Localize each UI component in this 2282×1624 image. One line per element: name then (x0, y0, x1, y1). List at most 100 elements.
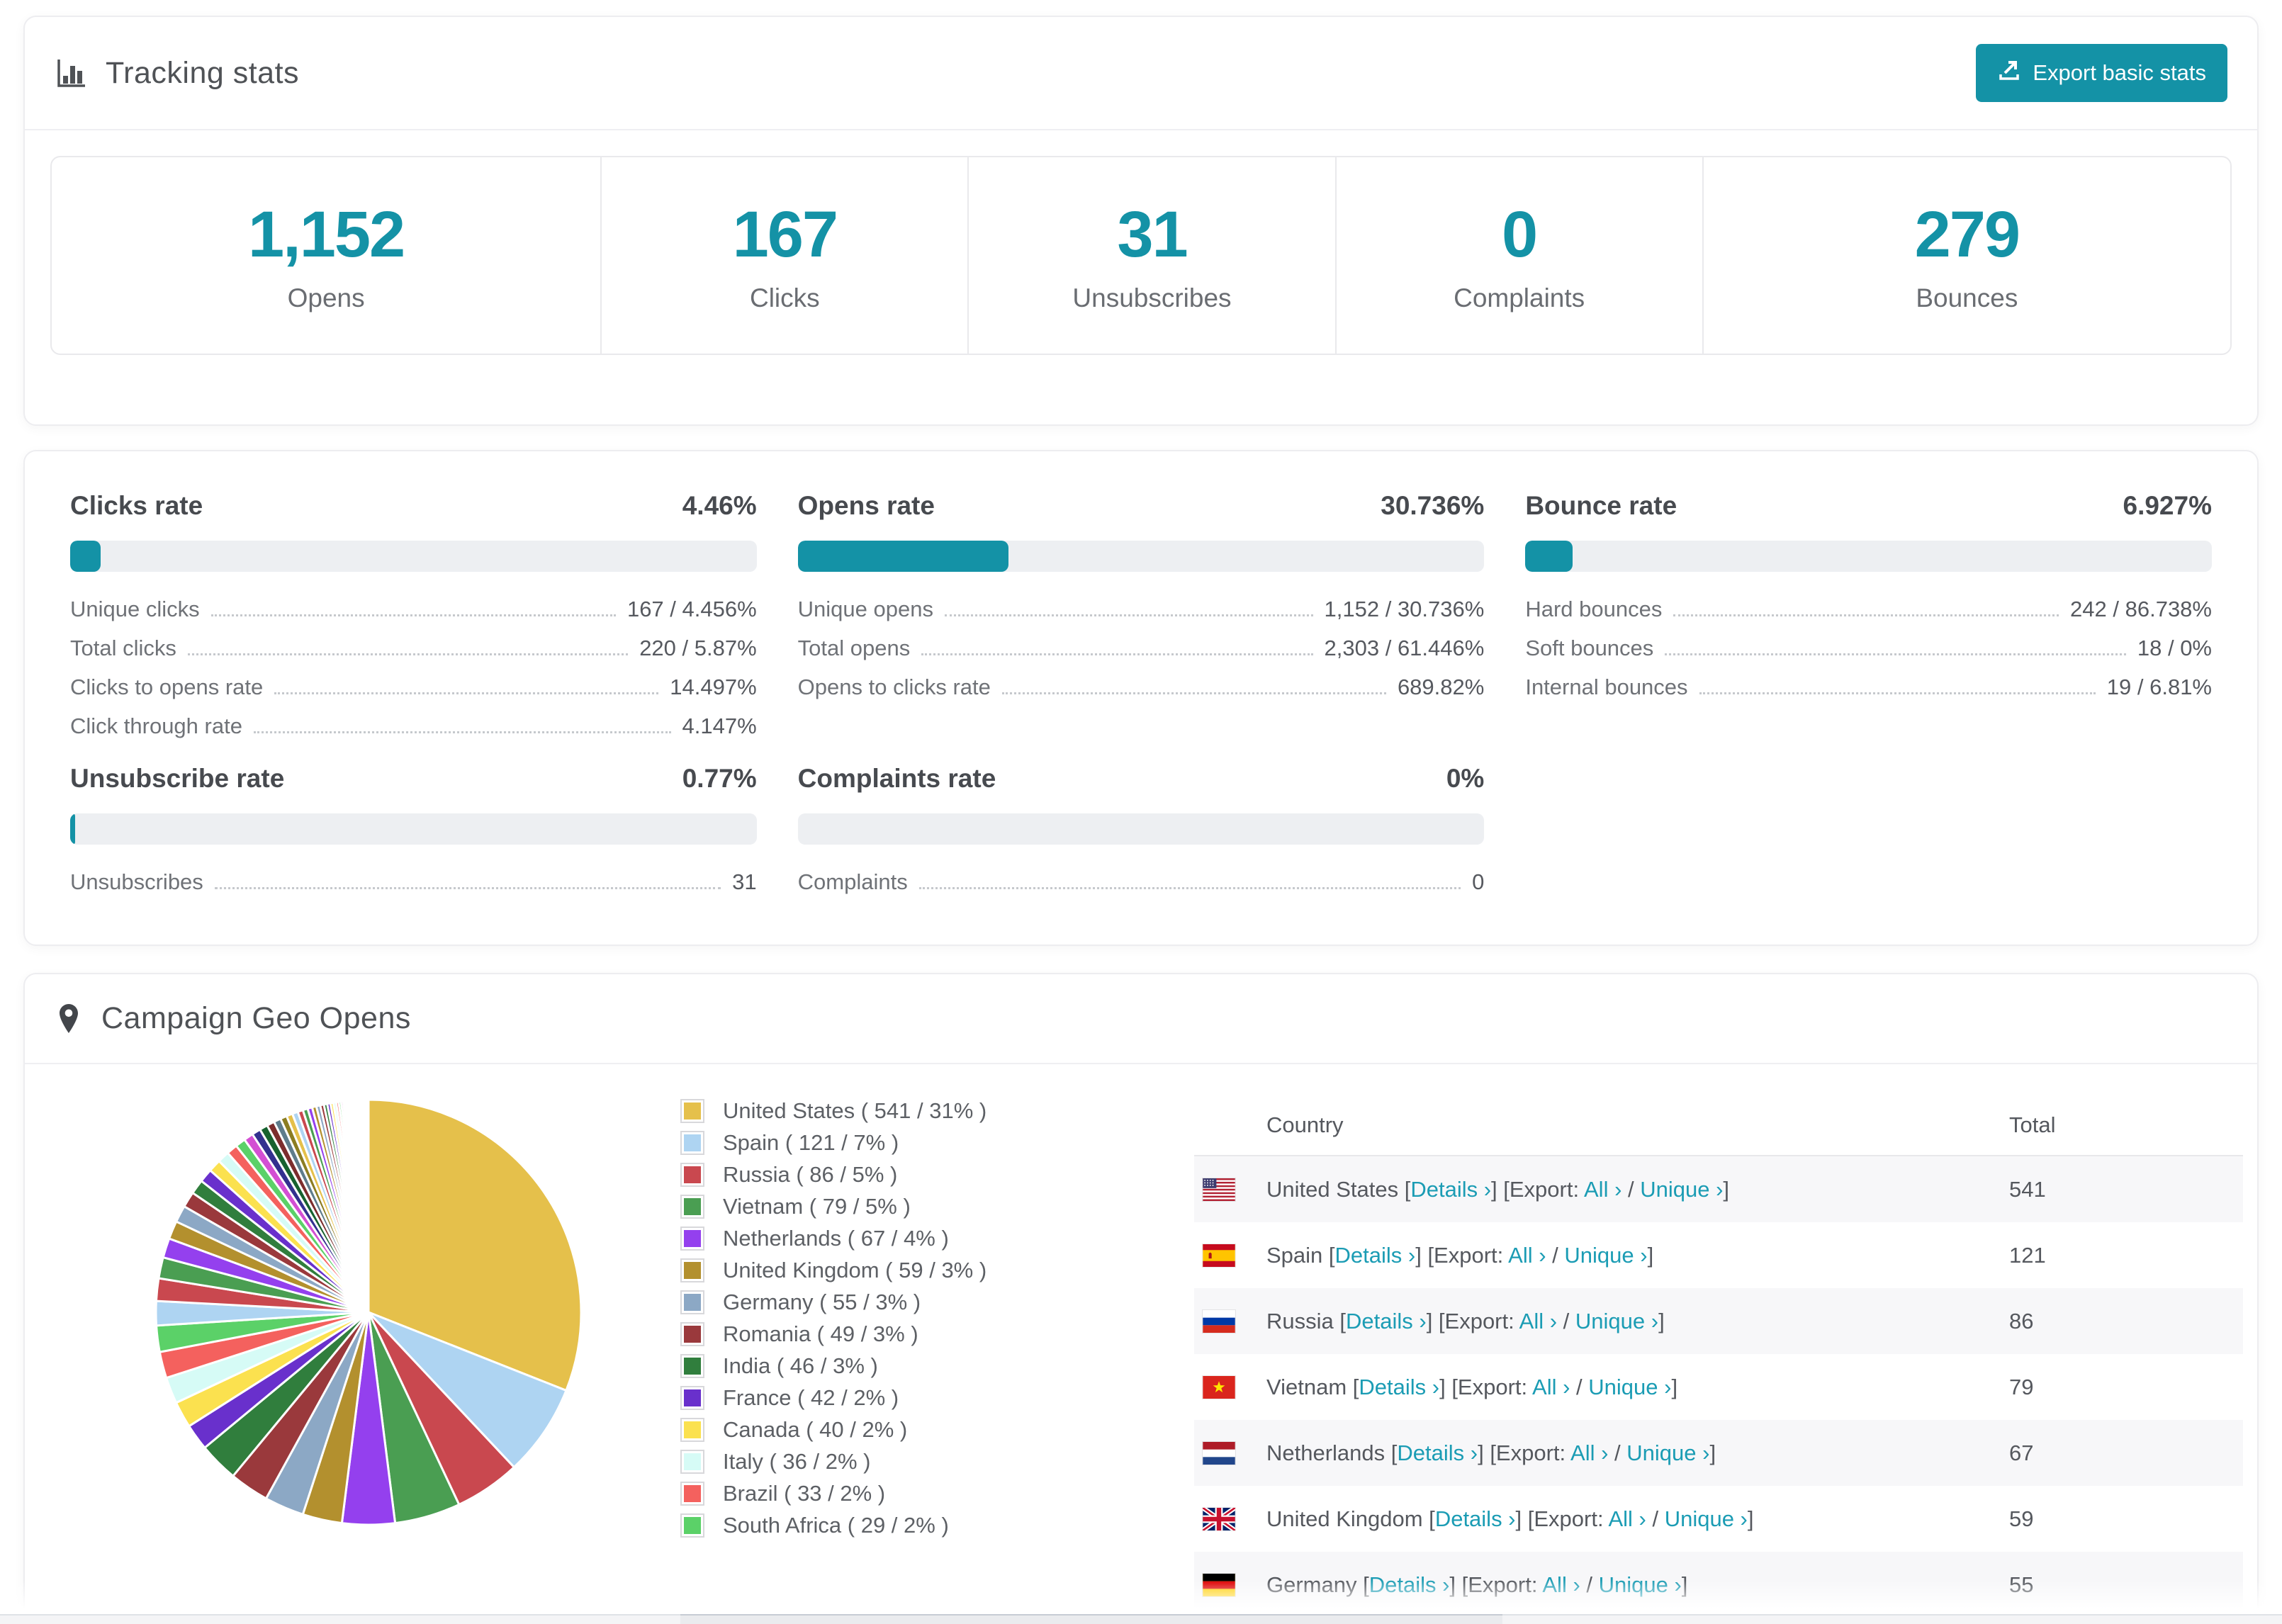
country-cell: United States [Details ›] [Export: All ›… (1266, 1176, 1730, 1202)
export-unique-link-nl[interactable]: Unique › (1626, 1440, 1709, 1465)
stat-row: Total clicks 220 / 5.87% (70, 636, 757, 661)
stat-value: 4.147% (682, 714, 757, 738)
dotted-leader (1673, 614, 2059, 616)
geo-opens-card: Campaign Geo Opens United States ( 541 /… (23, 973, 2259, 1624)
stat-value: 242 / 86.738% (2070, 597, 2212, 621)
export-all-link-de[interactable]: All › (1542, 1572, 1580, 1597)
legend-item: Germany ( 55 / 3% ) (680, 1290, 1035, 1315)
stat-label: Unique clicks (70, 597, 200, 621)
details-link-gb[interactable]: Details › (1435, 1506, 1516, 1531)
legend-item: United States ( 541 / 31% ) (680, 1098, 1035, 1124)
details-link-de[interactable]: Details › (1369, 1572, 1450, 1597)
legend-label: France ( 42 / 2% ) (723, 1385, 899, 1410)
legend-label: United Kingdom ( 59 / 3% ) (723, 1258, 987, 1282)
total-cell: 67 (2009, 1440, 2034, 1465)
country-cell: Netherlands [Details ›] [Export: All › /… (1266, 1440, 1716, 1465)
stat-value: 18 / 0% (2137, 636, 2212, 660)
de-flag-icon (1203, 1573, 1235, 1596)
geo-table-header: Country Total (1194, 1095, 2243, 1156)
summary-box-opens: 1,152 Opens (52, 157, 602, 354)
table-row-gb: United Kingdom [Details ›] [Export: All … (1194, 1486, 2243, 1552)
tracking-stats-header: Tracking stats Export basic stats (25, 17, 2257, 130)
summary-label: Unsubscribes (1072, 283, 1232, 312)
details-link-ru[interactable]: Details › (1346, 1309, 1427, 1333)
geo-table: Country Total United States [Details ›] … (1194, 1095, 2243, 1618)
legend-swatch-icon (680, 1386, 704, 1410)
legend-label: India ( 46 / 3% ) (723, 1353, 878, 1378)
table-row-us: United States [Details ›] [Export: All ›… (1194, 1156, 2243, 1222)
details-link-nl[interactable]: Details › (1397, 1440, 1478, 1465)
details-link-es[interactable]: Details › (1335, 1243, 1416, 1268)
export-all-link-nl[interactable]: All › (1570, 1440, 1608, 1465)
export-unique-link-vn[interactable]: Unique › (1588, 1375, 1671, 1399)
legend-item: Netherlands ( 67 / 4% ) (680, 1226, 1035, 1251)
geo-content: United States ( 541 / 31% ) Spain ( 121 /… (25, 1064, 2257, 1618)
stat-value: 2,303 / 61.446% (1324, 636, 1485, 660)
export-all-link-vn[interactable]: All › (1532, 1375, 1570, 1399)
legend-item: Italy ( 36 / 2% ) (680, 1449, 1035, 1474)
stat-label: Soft bounces (1525, 636, 1654, 660)
legend-item: South Africa ( 29 / 2% ) (680, 1513, 1035, 1538)
bounce-rate-progressbar (1525, 541, 2212, 572)
legend-swatch-icon (680, 1418, 704, 1442)
legend-label: Vietnam ( 79 / 5% ) (723, 1194, 911, 1219)
export-unique-link-us[interactable]: Unique › (1640, 1177, 1723, 1202)
dotted-leader (918, 887, 1461, 889)
legend-item: India ( 46 / 3% ) (680, 1353, 1035, 1379)
summary-box-complaints: 0 Complaints (1337, 157, 1704, 354)
export-unique-link-gb[interactable]: Unique › (1665, 1506, 1748, 1531)
summary-value: 31 (1117, 198, 1188, 271)
geo-pie-chart (149, 1093, 588, 1618)
legend-label: Netherlands ( 67 / 4% ) (723, 1226, 949, 1251)
stat-label: Hard bounces (1525, 597, 1663, 621)
opens-rate-title: Opens rate (797, 491, 935, 520)
stat-value: 1,152 / 30.736% (1324, 597, 1485, 621)
legend-swatch-icon (680, 1513, 704, 1538)
rates-card: Clicks rate 4.46% Unique clicks 167 / 4.4… (23, 450, 2259, 946)
details-link-us[interactable]: Details › (1410, 1177, 1491, 1202)
export-all-link-gb[interactable]: All › (1608, 1506, 1646, 1531)
legend-label: Spain ( 121 / 7% ) (723, 1130, 899, 1155)
export-unique-link-ru[interactable]: Unique › (1575, 1309, 1658, 1333)
legend-swatch-icon (680, 1354, 704, 1378)
summary-box-bounces: 279 Bounces (1704, 157, 2230, 354)
legend-label: Russia ( 86 / 5% ) (723, 1162, 898, 1187)
legend-swatch-icon (680, 1482, 704, 1506)
complaints-rate-progressbar (797, 813, 1485, 845)
stat-label: Complaints (797, 869, 908, 894)
geo-opens-header: Campaign Geo Opens (25, 974, 2257, 1064)
opens-rate-section: Opens rate 30.736% Unique opens 1,152 / 3… (797, 491, 1485, 739)
stat-value: 19 / 6.81% (2106, 675, 2212, 699)
export-basic-stats-button[interactable]: Export basic stats (1976, 44, 2227, 102)
stat-label: Internal bounces (1525, 675, 1688, 699)
dotted-leader (944, 614, 1313, 616)
legend-swatch-icon (680, 1227, 704, 1251)
details-link-vn[interactable]: Details › (1359, 1375, 1439, 1399)
stat-row: Hard bounces 242 / 86.738% (1525, 597, 2212, 622)
summary-box-clicks: 167 Clicks (602, 157, 969, 354)
summary-label: Bounces (1916, 283, 2018, 312)
export-all-link-es[interactable]: All › (1508, 1243, 1546, 1268)
total-column-header: Total (2009, 1112, 2056, 1137)
export-all-link-ru[interactable]: All › (1519, 1309, 1557, 1333)
table-row-nl: Netherlands [Details ›] [Export: All › /… (1194, 1420, 2243, 1486)
legend-item: United Kingdom ( 59 / 3% ) (680, 1258, 1035, 1283)
complaints-rate-value: 0% (1446, 764, 1485, 793)
tracking-stats-page: Tracking stats Export basic stats 1,152 O… (0, 16, 2282, 1624)
dotted-leader (187, 653, 629, 655)
legend-label: Germany ( 55 / 3% ) (723, 1290, 921, 1314)
stat-row: Opens to clicks rate 689.82% (798, 675, 1485, 700)
legend-label: Canada ( 40 / 2% ) (723, 1417, 908, 1442)
stat-label: Clicks to opens rate (70, 675, 264, 699)
legend-item: France ( 42 / 2% ) (680, 1385, 1035, 1411)
dotted-leader (1001, 692, 1386, 694)
horizontal-scrollbar-thumb[interactable] (680, 1614, 1502, 1624)
stat-label: Unique opens (797, 597, 933, 621)
export-unique-link-es[interactable]: Unique › (1564, 1243, 1647, 1268)
export-all-link-us[interactable]: All › (1584, 1177, 1621, 1202)
page-title: Tracking stats (106, 55, 300, 90)
stat-row: Soft bounces 18 / 0% (1525, 636, 2212, 661)
export-unique-link-de[interactable]: Unique › (1599, 1572, 1682, 1597)
summary-stats-row: 1,152 Opens 167 Clicks 31 Unsubscribes 0 Compla… (50, 156, 2232, 355)
dotted-leader (214, 887, 721, 889)
